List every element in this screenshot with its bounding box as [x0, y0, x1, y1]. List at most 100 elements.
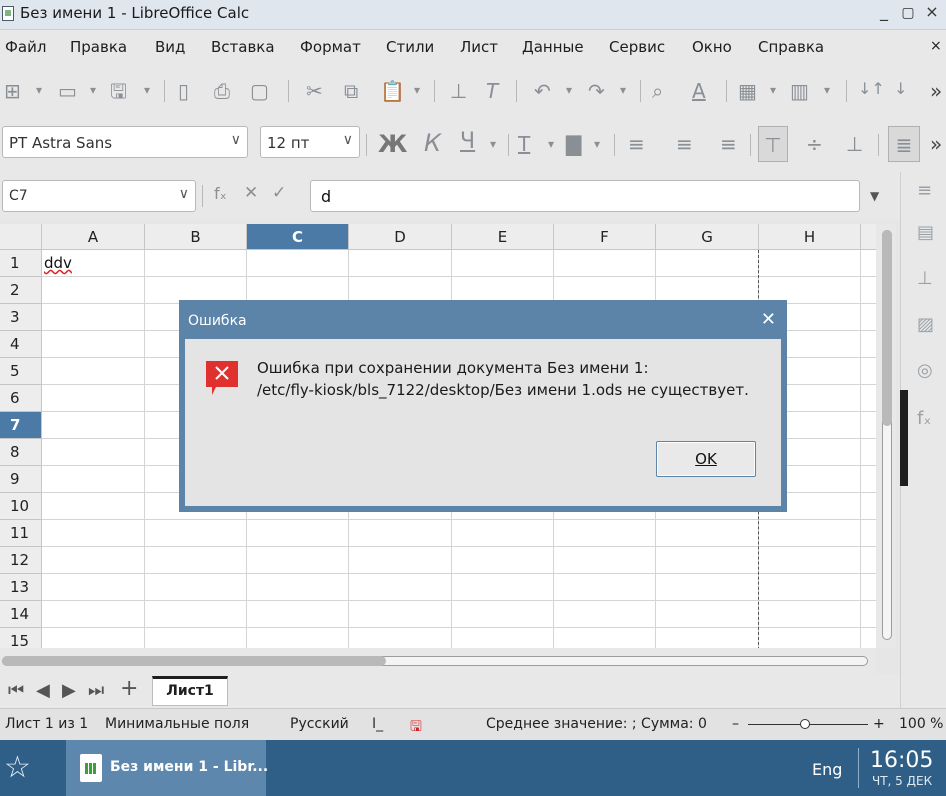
sidebar-menu-icon[interactable]: ≡ [917, 180, 932, 201]
add-sheet-button[interactable]: + [120, 676, 138, 701]
name-box[interactable]: C7 ∨ [2, 180, 196, 212]
row-header[interactable]: 10 [0, 493, 42, 520]
row-header[interactable]: 7 [0, 412, 42, 439]
column-icon[interactable]: ▥ [790, 81, 809, 101]
row-header[interactable]: 1 [0, 250, 42, 277]
close-icon[interactable]: ✕ [761, 309, 776, 330]
row-header[interactable]: 3 [0, 304, 42, 331]
find-replace-icon[interactable]: ⌕ [652, 81, 663, 101]
clone-formatting-icon[interactable]: ⊥ [450, 81, 467, 101]
close-window-button[interactable]: × [922, 2, 942, 21]
row-header[interactable]: 5 [0, 358, 42, 385]
print-icon[interactable]: ⎙ [214, 81, 230, 101]
column-header[interactable]: E [452, 224, 554, 250]
save-icon[interactable]: 🖫 [110, 81, 127, 101]
copy-icon[interactable]: ⧉ [344, 81, 358, 101]
gallery-icon[interactable]: ▨ [917, 314, 934, 335]
menu-help[interactable]: Справка [758, 38, 824, 56]
dropdown-arrow-icon[interactable]: ▾ [770, 84, 776, 96]
spelling-icon[interactable]: A [692, 81, 706, 101]
dropdown-arrow-icon[interactable]: ▾ [566, 84, 572, 96]
print-preview-icon[interactable]: ▢ [250, 81, 269, 101]
align-center-icon[interactable]: ≡ [676, 134, 693, 154]
first-sheet-icon[interactable]: ⏮ [8, 680, 24, 701]
expand-formula-bar-icon[interactable]: ▼ [870, 190, 879, 202]
dropdown-arrow-icon[interactable]: ▾ [144, 84, 150, 96]
row-header[interactable]: 12 [0, 547, 42, 574]
underline-button[interactable]: Ч [460, 131, 475, 153]
align-right-icon[interactable]: ≡ [720, 134, 737, 154]
menu-data[interactable]: Данные [522, 38, 584, 56]
export-pdf-icon[interactable]: ▯ [178, 81, 189, 101]
dropdown-arrow-icon[interactable]: ▾ [490, 138, 496, 150]
styles-icon[interactable]: ⊥ [917, 268, 933, 289]
function-wizard-icon[interactable]: fₓ [214, 186, 227, 202]
zoom-out-button[interactable]: – [732, 716, 739, 732]
column-header[interactable]: H [759, 224, 861, 250]
row-icon[interactable]: ▦ [738, 81, 757, 101]
cell-a1[interactable]: ddv [44, 254, 72, 272]
undo-icon[interactable]: ↶ [534, 81, 551, 101]
dropdown-arrow-icon[interactable]: ▾ [36, 84, 42, 96]
bold-button[interactable]: Ж [378, 132, 407, 156]
font-color-icon[interactable]: T [518, 134, 530, 154]
previous-sheet-icon[interactable]: ◀ [36, 680, 50, 701]
horizontal-scrollbar[interactable] [0, 648, 876, 674]
row-header[interactable]: 14 [0, 601, 42, 628]
paste-icon[interactable]: 📋 [380, 81, 405, 101]
dropdown-arrow-icon[interactable]: ▾ [824, 84, 830, 96]
highlight-color-icon[interactable]: ▇ [566, 134, 581, 154]
vertical-scrollbar[interactable] [876, 224, 896, 648]
last-sheet-icon[interactable]: ⏭ [88, 680, 104, 701]
align-top-icon[interactable]: ⊤ [758, 126, 788, 162]
row-header[interactable]: 2 [0, 277, 42, 304]
corner-select-all[interactable] [0, 224, 42, 250]
row-header[interactable]: 9 [0, 466, 42, 493]
zoom-in-button[interactable]: + [873, 716, 885, 732]
sheet-tab[interactable]: Лист1 [152, 676, 228, 706]
open-icon[interactable]: ▭ [58, 81, 77, 101]
row-header[interactable]: 6 [0, 385, 42, 412]
column-header[interactable]: A [42, 224, 145, 250]
italic-button[interactable]: К [424, 131, 441, 155]
sort-descending-icon[interactable]: ↓ [894, 81, 907, 97]
document-modified-icon[interactable]: 🖫 [410, 716, 422, 740]
menu-tools[interactable]: Сервис [609, 38, 665, 56]
accept-icon[interactable]: ✓ [272, 185, 286, 202]
row-header[interactable]: 4 [0, 331, 42, 358]
menu-insert[interactable]: Вставка [211, 38, 275, 56]
menu-view[interactable]: Вид [155, 38, 185, 56]
minimize-button[interactable]: _ [874, 2, 894, 21]
wrap-text-icon[interactable]: ≣ [888, 126, 920, 162]
menu-sheet[interactable]: Лист [460, 38, 498, 56]
cancel-icon[interactable]: ✕ [244, 185, 258, 202]
start-star-icon[interactable]: ☆ [4, 750, 31, 785]
zoom-level[interactable]: 100 % [899, 716, 943, 732]
clock-time[interactable]: 16:05 [870, 748, 933, 773]
close-document-button[interactable]: × [930, 38, 942, 54]
align-bottom-icon[interactable]: ⊥ [846, 134, 863, 154]
dropdown-arrow-icon[interactable]: ▾ [620, 84, 626, 96]
sort-ascending-icon[interactable]: ↓↑ [858, 81, 885, 97]
align-left-icon[interactable]: ≡ [628, 134, 645, 154]
cut-icon[interactable]: ✂ [306, 81, 323, 101]
formula-input[interactable]: d [310, 180, 860, 212]
menu-styles[interactable]: Стили [386, 38, 434, 56]
restore-button[interactable]: ▢ [898, 5, 918, 21]
zoom-slider-handle[interactable] [800, 719, 810, 729]
dropdown-arrow-icon[interactable]: ▾ [594, 138, 600, 150]
navigator-icon[interactable]: ◎ [917, 360, 933, 381]
redo-icon[interactable]: ↷ [588, 81, 605, 101]
row-header[interactable]: 11 [0, 520, 42, 547]
page-style[interactable]: Минимальные поля [105, 716, 249, 732]
font-name-combo[interactable]: PT Astra Sans ∨ [2, 126, 248, 158]
taskbar-app-button[interactable]: Без имени 1 - Libr... [66, 740, 268, 796]
row-header[interactable]: 8 [0, 439, 42, 466]
row-header[interactable]: 15 [0, 628, 42, 648]
menu-window[interactable]: Окно [692, 38, 732, 56]
scroll-thumb[interactable] [882, 230, 892, 426]
language-status[interactable]: Русский [290, 716, 349, 732]
font-size-combo[interactable]: 12 пт ∨ [260, 126, 360, 158]
row-header[interactable]: 13 [0, 574, 42, 601]
dropdown-arrow-icon[interactable]: ▾ [548, 138, 554, 150]
